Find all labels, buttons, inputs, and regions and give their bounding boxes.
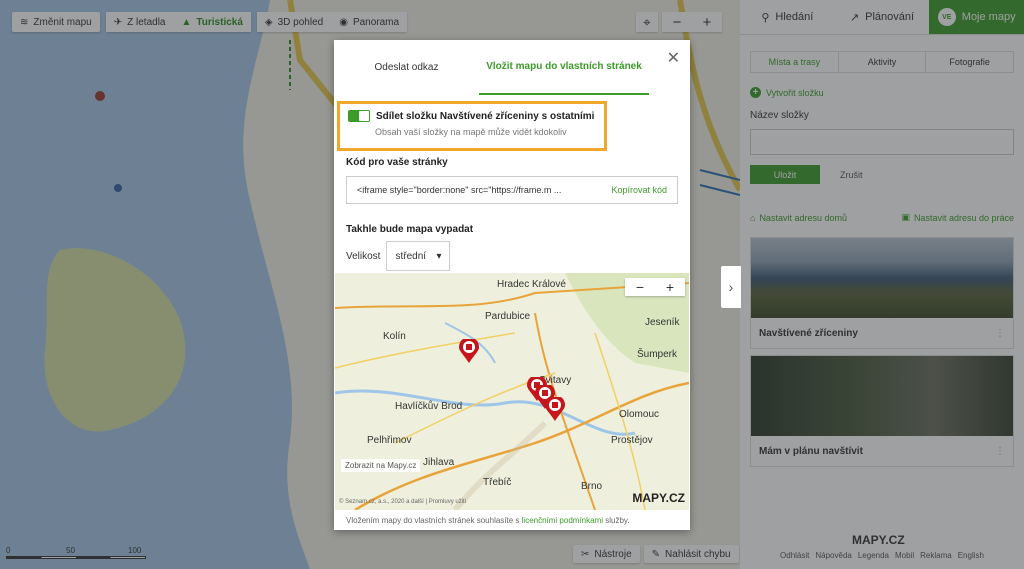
preview-zoom-control: − +	[625, 278, 685, 296]
town-label: Olomouc	[619, 409, 660, 420]
map-copyright: © Seznam.cz, a.s., 2020 a další | Promlu…	[339, 499, 467, 505]
town-label: Prostějov	[611, 435, 653, 446]
embed-code-field[interactable]: <iframe style="border:none" src="https:/…	[346, 176, 678, 204]
town-label: Třebíč	[483, 477, 512, 488]
town-label: Pardubice	[485, 311, 531, 322]
ruin-pin-icon[interactable]	[545, 395, 565, 421]
ruin-pin-icon[interactable]	[459, 337, 479, 363]
caret-down-icon: ▾	[436, 250, 442, 262]
town-label: Havlíčkův Brod	[395, 401, 463, 412]
size-value: střední	[395, 250, 427, 262]
close-icon[interactable]: ✕	[667, 48, 680, 68]
share-subtitle: Obsah vaší složky na mapě může vidět kdo…	[375, 127, 567, 137]
share-folder-box: Sdílet složku Navštívené zříceniny s ost…	[337, 101, 607, 151]
tab-embed-map[interactable]: Vložit mapu do vlastních stránek	[479, 40, 649, 95]
license-link[interactable]: licenčními podmínkami	[522, 516, 603, 525]
preview-zoom-out-button[interactable]: −	[625, 278, 655, 296]
town-label: Pelhřimov	[367, 435, 412, 446]
size-label: Velikost	[346, 250, 381, 262]
share-title: Sdílet složku Navštívené zříceniny s ost…	[376, 110, 595, 122]
preview-label: Takhle bude mapa vypadat	[346, 224, 474, 235]
preview-map[interactable]: Hradec Králové Pardubice Kolín Jeseník Š…	[335, 273, 689, 510]
town-label: Jihlava	[423, 457, 455, 468]
show-on-mapy-link[interactable]: Zobrazit na Mapy.cz	[341, 459, 421, 472]
license-note: Vložením mapy do vlastních stránek souhl…	[346, 516, 630, 525]
town-label: Brno	[581, 481, 603, 492]
size-select[interactable]: střední ▾	[386, 241, 451, 271]
share-toggle[interactable]	[348, 110, 370, 122]
dialog-tabs: Odeslat odkaz Vložit mapu do vlastních s…	[334, 40, 690, 95]
embed-code-value: <iframe style="border:none" src="https:/…	[357, 185, 562, 195]
chevron-right-icon: ›	[728, 279, 734, 295]
share-dialog: Odeslat odkaz Vložit mapu do vlastních s…	[334, 40, 690, 530]
town-label: Hradec Králové	[497, 279, 566, 290]
tab-send-link[interactable]: Odeslat odkaz	[334, 40, 479, 95]
collapse-sidebar-button[interactable]: ›	[721, 266, 741, 308]
town-label: Kolín	[383, 331, 406, 342]
preview-mapy-logo: MAPY.CZ	[632, 491, 685, 505]
town-label: Jeseník	[645, 317, 680, 328]
preview-zoom-in-button[interactable]: +	[655, 278, 685, 296]
code-label: Kód pro vaše stránky	[346, 157, 448, 168]
town-label: Šumperk	[637, 349, 678, 360]
copy-code-button[interactable]: Kopírovat kód	[611, 185, 667, 195]
